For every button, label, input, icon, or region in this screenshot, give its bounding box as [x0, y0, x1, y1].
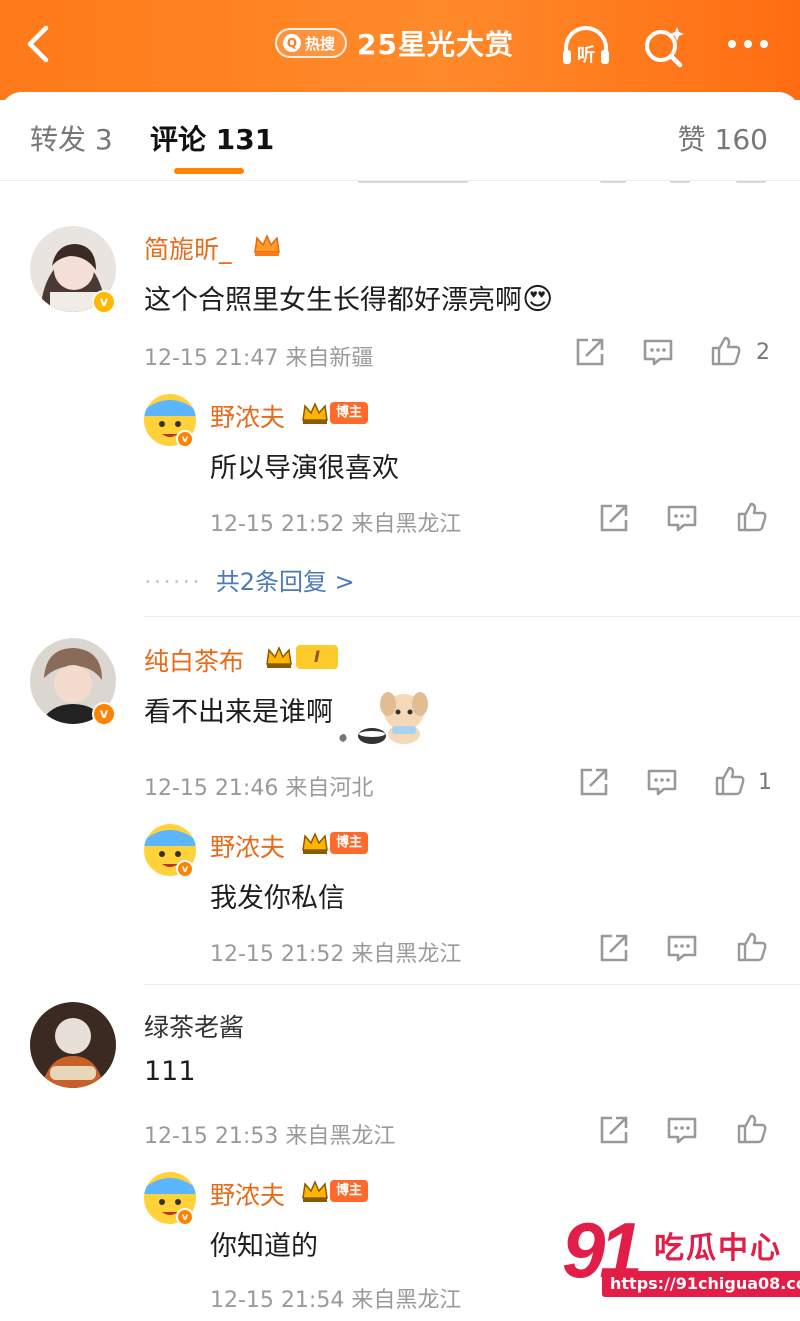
like-count: 1: [758, 770, 772, 795]
commenter-name[interactable]: 简旎昕_: [144, 230, 232, 266]
like-icon[interactable]: [710, 335, 742, 367]
like-icon[interactable]: [714, 765, 746, 797]
hot-search-badge[interactable]: Q 热搜: [275, 28, 348, 58]
comment-icon[interactable]: [666, 1114, 698, 1146]
listen-label: 听: [577, 44, 595, 66]
like-icon[interactable]: [736, 931, 768, 963]
comment-icon[interactable]: [666, 502, 698, 534]
watermark-title: 吃瓜中心: [654, 1231, 782, 1266]
tab-bar: 转发 3 评论 131 赞 160: [0, 92, 800, 178]
reply-time: 12-15 21:52: [210, 942, 345, 967]
verified-badge-icon: v: [92, 290, 116, 314]
reply-text: 所以导演很喜欢: [210, 453, 399, 484]
hot-search-icon: Q: [283, 34, 301, 52]
back-button[interactable]: [18, 20, 58, 68]
comment-location: 来自黑龙江: [285, 1124, 396, 1149]
crown-badge-icon: [302, 1180, 328, 1202]
like-count: 2: [756, 340, 770, 365]
headphones-icon: 听: [563, 26, 609, 66]
share-icon[interactable]: [578, 766, 610, 798]
verified-badge-icon: v: [176, 1208, 194, 1226]
comment-meta: 12-15 21:53 来自黑龙江: [144, 1118, 395, 1150]
reply-time: 12-15 21:54: [210, 1288, 345, 1313]
comment-meta: 12-15 21:46 来自河北: [144, 770, 373, 802]
comment-time: 12-15 21:53: [144, 1124, 279, 1149]
topic-title: 25星光大赏: [357, 28, 514, 61]
comment-location: 来自河北: [285, 776, 374, 801]
comment-divider: [144, 984, 800, 985]
reply-location: 来自黑龙江: [351, 942, 462, 967]
reply-meta: 12-15 21:52 来自黑龙江: [210, 936, 461, 968]
level-badge: I: [296, 645, 338, 669]
site-watermark: 91 吃瓜中心 https://91chigua08.com/: [562, 1205, 800, 1313]
comment-divider: [144, 616, 800, 617]
verified-badge-icon: v: [176, 430, 194, 448]
commenter-name[interactable]: 绿茶老酱: [144, 1008, 244, 1044]
reply-text: 你知道的: [210, 1231, 318, 1262]
comment-meta: 12-15 21:47 来自新疆: [144, 340, 373, 372]
listen-button[interactable]: 听: [560, 22, 609, 70]
crown-badge-icon: [254, 234, 280, 256]
tab-repost[interactable]: 转发 3: [30, 118, 113, 158]
active-tab-indicator: [174, 168, 244, 174]
author-tag: 博主: [330, 402, 369, 424]
tab-likes[interactable]: 赞 160: [678, 118, 768, 158]
comment-text: 111: [144, 1056, 196, 1087]
crown-badge-icon: [302, 832, 328, 854]
verified-badge-icon: v: [176, 860, 194, 878]
view-more-replies-link[interactable]: ······ 共2条回复 >: [144, 562, 355, 597]
avatar[interactable]: [30, 1002, 116, 1088]
search-sparkle-icon: [645, 27, 684, 68]
dotted-separator: ······: [144, 568, 202, 596]
share-icon[interactable]: [598, 502, 630, 534]
comment-text: 看不出来是谁啊: [144, 697, 333, 728]
topic-header[interactable]: Q 热搜 25星光大赏: [275, 26, 514, 61]
reply-time: 12-15 21:52: [210, 512, 345, 537]
comment-icon[interactable]: [642, 336, 674, 368]
more-dots-icon: [728, 40, 768, 48]
reply-location: 来自黑龙江: [351, 1288, 462, 1313]
reply-author-name[interactable]: 野浓夫: [210, 828, 285, 864]
like-icon[interactable]: [736, 501, 768, 533]
reply-text: 我发你私信: [210, 883, 345, 914]
hot-search-label: 热搜: [305, 34, 336, 53]
crown-badge-icon: [266, 646, 292, 668]
author-tag: 博主: [330, 1180, 369, 1202]
share-icon[interactable]: [598, 932, 630, 964]
reply-author-name[interactable]: 野浓夫: [210, 1176, 285, 1212]
comment-time: 12-15 21:47: [144, 346, 279, 371]
more-replies-label: 共2条回复 >: [215, 568, 355, 596]
share-icon[interactable]: [574, 336, 606, 368]
reply-author-name[interactable]: 野浓夫: [210, 398, 285, 434]
comment-text: 这个合照里女生长得都好漂亮啊😍: [144, 278, 553, 317]
heart-eyes-emoji-icon: 😍: [522, 282, 554, 317]
commenter-name[interactable]: 纯白茶布: [144, 642, 244, 678]
crown-badge-icon: [302, 402, 328, 424]
share-icon[interactable]: [598, 1114, 630, 1146]
comment-icon[interactable]: [646, 766, 678, 798]
more-button[interactable]: [722, 22, 770, 70]
watermark-url: https://91chigua08.com/: [602, 1271, 800, 1297]
like-icon[interactable]: [736, 1113, 768, 1145]
author-tag: 博主: [330, 832, 369, 854]
bear-sticker-icon: [339, 692, 428, 744]
search-button[interactable]: [640, 22, 688, 70]
comment-text-content: 这个合照里女生长得都好漂亮啊: [144, 285, 522, 316]
comment-time: 12-15 21:46: [144, 776, 279, 801]
reply-location: 来自黑龙江: [351, 512, 462, 537]
cut-off-previous-row: [0, 181, 800, 195]
comment-icon[interactable]: [666, 932, 698, 964]
top-bar: Q 热搜 25星光大赏 听: [0, 0, 800, 100]
reply-meta: 12-15 21:52 来自黑龙江: [210, 506, 461, 538]
tab-comments[interactable]: 评论 131: [150, 118, 274, 158]
chevron-left-icon: [27, 25, 49, 63]
verified-badge-icon: v: [92, 702, 116, 726]
reply-meta: 12-15 21:54 来自黑龙江: [210, 1282, 461, 1314]
comment-location: 来自新疆: [285, 346, 374, 371]
